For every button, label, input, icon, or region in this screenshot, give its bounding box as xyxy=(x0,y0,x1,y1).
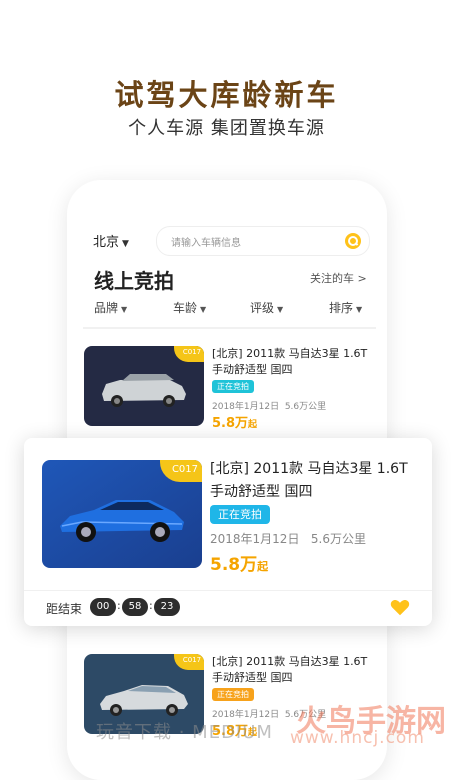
search-input[interactable]: 请输入车辆信息 xyxy=(156,226,370,256)
caret-down-icon: ▼ xyxy=(200,305,207,314)
watermark-url: www.hncj.com xyxy=(290,728,425,748)
followed-cars-link[interactable]: 关注的车 > xyxy=(310,270,367,286)
car-photo: C017 xyxy=(84,346,204,426)
status-badge: 正在竞拍 xyxy=(212,688,254,701)
city-label: 北京 xyxy=(93,235,120,250)
divider xyxy=(24,590,432,591)
car-title: [北京] 2011款 马自达3星 1.6T 手动舒适型 国四 xyxy=(210,461,408,500)
filter-rating[interactable]: 评级 ▼ xyxy=(250,299,283,316)
filter-age[interactable]: 车龄 ▼ xyxy=(173,299,206,316)
search-icon[interactable] xyxy=(345,233,361,249)
watermark-left: 玩音下载 · MEDIUM xyxy=(96,722,273,743)
car-meta: 2018年1月12日 5.6万公里 xyxy=(212,402,327,412)
colon: : xyxy=(149,599,153,612)
colon: : xyxy=(117,599,121,612)
countdown-label: 距结束 xyxy=(46,602,83,616)
status-badge: 正在竞拍 xyxy=(212,380,254,393)
list-item[interactable]: C017 [北京] 2011款 马自达3星 1.6T 手动舒适型 国四 正在竞拍… xyxy=(84,346,376,431)
section-title: 线上竞拍 xyxy=(94,269,174,293)
car-meta: 2018年1月12日 5.6万公里 xyxy=(210,532,366,546)
search-placeholder: 请输入车辆信息 xyxy=(171,238,241,249)
featured-listing-card[interactable]: C017 [北京] 2011款 马自达3星 1.6T 手动舒适型 国四 正在竞拍… xyxy=(24,438,432,626)
filter-brand[interactable]: 品牌 ▼ xyxy=(94,299,127,316)
caret-down-icon: ▼ xyxy=(121,305,128,314)
car-title: [北京] 2011款 马自达3星 1.6T 手动舒适型 国四 xyxy=(212,347,368,376)
countdown-minutes: 58 xyxy=(122,598,148,616)
car-photo: C017 xyxy=(42,460,202,568)
caret-down-icon: ▼ xyxy=(356,305,363,314)
car-price: 5.8万起 xyxy=(212,416,258,431)
favorite-heart-icon[interactable] xyxy=(389,596,411,618)
caret-down-icon: ▼ xyxy=(277,305,284,314)
subheadline: 个人车源 集团置换车源 xyxy=(128,118,325,139)
divider xyxy=(83,327,376,329)
city-selector[interactable]: 北京 ▼ xyxy=(93,231,129,250)
countdown-hours: 00 xyxy=(90,598,116,616)
status-badge: 正在竞拍 xyxy=(210,505,270,524)
caret-down-icon: ▼ xyxy=(122,239,129,249)
car-title: [北京] 2011款 马自达3星 1.6T 手动舒适型 国四 xyxy=(212,655,368,684)
filter-bar: 品牌 ▼ 车龄 ▼ 评级 ▼ 排序 ▼ xyxy=(94,299,369,319)
headline: 试驾大库龄新车 xyxy=(114,78,339,112)
top-bar: 北京 ▼ 请输入车辆信息 xyxy=(93,226,370,256)
car-price: 5.8万起 xyxy=(210,555,269,575)
filter-sort[interactable]: 排序 ▼ xyxy=(329,299,362,316)
countdown-seconds: 23 xyxy=(154,598,180,616)
